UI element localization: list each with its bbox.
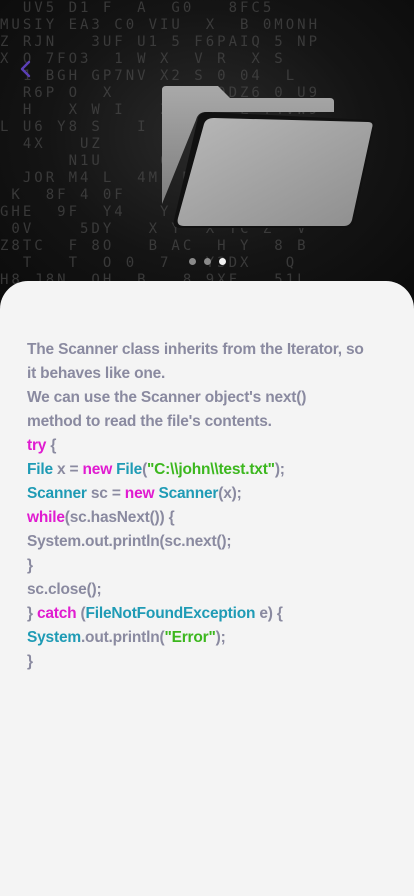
- folder-icon: [162, 86, 375, 228]
- text-token: (sc.hasNext()) {: [64, 509, 175, 526]
- pager-dots: [0, 258, 414, 265]
- text-token: x =: [52, 461, 83, 478]
- keyword-token: while: [27, 509, 65, 526]
- text-token: it behaves like one.: [27, 365, 166, 382]
- text-line: File x = new File("C:\\john\\test.txt");: [27, 458, 367, 482]
- text-line: The Scanner class inherits from the Iter…: [27, 338, 367, 362]
- text-line: }: [27, 650, 367, 674]
- text-token: }: [27, 557, 33, 574]
- text-line: } catch (FileNotFoundException e) {: [27, 602, 367, 626]
- matrix-row: Z RJN 3UF U1 5 F6PAIQ 5 NP: [0, 34, 321, 50]
- keyword-token: new: [82, 461, 113, 478]
- text-token: }: [27, 605, 37, 622]
- type-token: FileNotFoundException: [85, 605, 256, 622]
- text-line: it behaves like one.: [27, 362, 367, 386]
- back-button[interactable]: [14, 58, 36, 80]
- matrix-row: UV5 D1 F A G0 8FC5: [0, 0, 309, 16]
- lesson-screen: UV5 D1 F A G0 8FC5 MUSIY EA3 C0 VIU X B …: [0, 0, 414, 896]
- text-token: sc =: [86, 485, 125, 502]
- text-line: try {: [27, 434, 367, 458]
- text-line: method to read the file's contents.: [27, 410, 367, 434]
- pager-dot[interactable]: [203, 258, 211, 265]
- hero-banner: UV5 D1 F A G0 8FC5 MUSIY EA3 C0 VIU X B …: [0, 0, 414, 300]
- string-token: "Error": [164, 629, 216, 646]
- type-token: System: [27, 629, 81, 646]
- text-token: (: [76, 605, 86, 622]
- text-token: The Scanner class inherits from the Iter…: [27, 341, 364, 358]
- pager-dot[interactable]: [188, 258, 196, 265]
- text-token: System.out.println(sc.next();: [27, 533, 232, 550]
- text-token: .out.println(: [80, 629, 165, 646]
- text-token: );: [215, 629, 226, 646]
- pager-dot[interactable]: [218, 258, 226, 265]
- text-token: method to read the file's contents.: [27, 413, 272, 430]
- text-token: (x);: [218, 485, 242, 502]
- text-line: System.out.println("Error");: [27, 626, 367, 650]
- text-line: sc.close();: [27, 578, 367, 602]
- string-token: "C:\\john\\test.txt": [147, 461, 275, 478]
- matrix-row: X O 7FO3 1 W X V R X S: [0, 51, 309, 67]
- text-token: e) {: [255, 605, 283, 622]
- keyword-token: try: [27, 437, 47, 454]
- type-token: File: [116, 461, 143, 478]
- text-line: We can use the Scanner object's next(): [27, 386, 367, 410]
- lesson-text: The Scanner class inherits from the Iter…: [27, 338, 367, 674]
- text-token: }: [27, 653, 33, 670]
- text-token: {: [46, 437, 57, 454]
- keyword-token: new: [124, 485, 155, 502]
- text-token: sc.close();: [27, 581, 102, 598]
- type-token: File: [27, 461, 53, 478]
- type-token: Scanner: [27, 485, 87, 502]
- text-line: while(sc.hasNext()) {: [27, 506, 367, 530]
- matrix-row: 1 BGH GP7NV X2 S 0 04 L: [0, 68, 321, 84]
- text-token: We can use the Scanner object's next(): [27, 389, 307, 406]
- type-token: Scanner: [158, 485, 219, 502]
- matrix-row: Z8TC F 8O B AC H Y 8 B: [0, 238, 309, 254]
- keyword-token: catch: [36, 605, 77, 622]
- text-line: System.out.println(sc.next();: [27, 530, 367, 554]
- text-token: );: [274, 461, 285, 478]
- chevron-left-icon: [20, 60, 31, 78]
- text-line: Scanner sc = new Scanner(x);: [27, 482, 367, 506]
- text-line: }: [27, 554, 367, 578]
- matrix-row: MUSIY EA3 C0 VIU X B 0MONH: [0, 17, 321, 33]
